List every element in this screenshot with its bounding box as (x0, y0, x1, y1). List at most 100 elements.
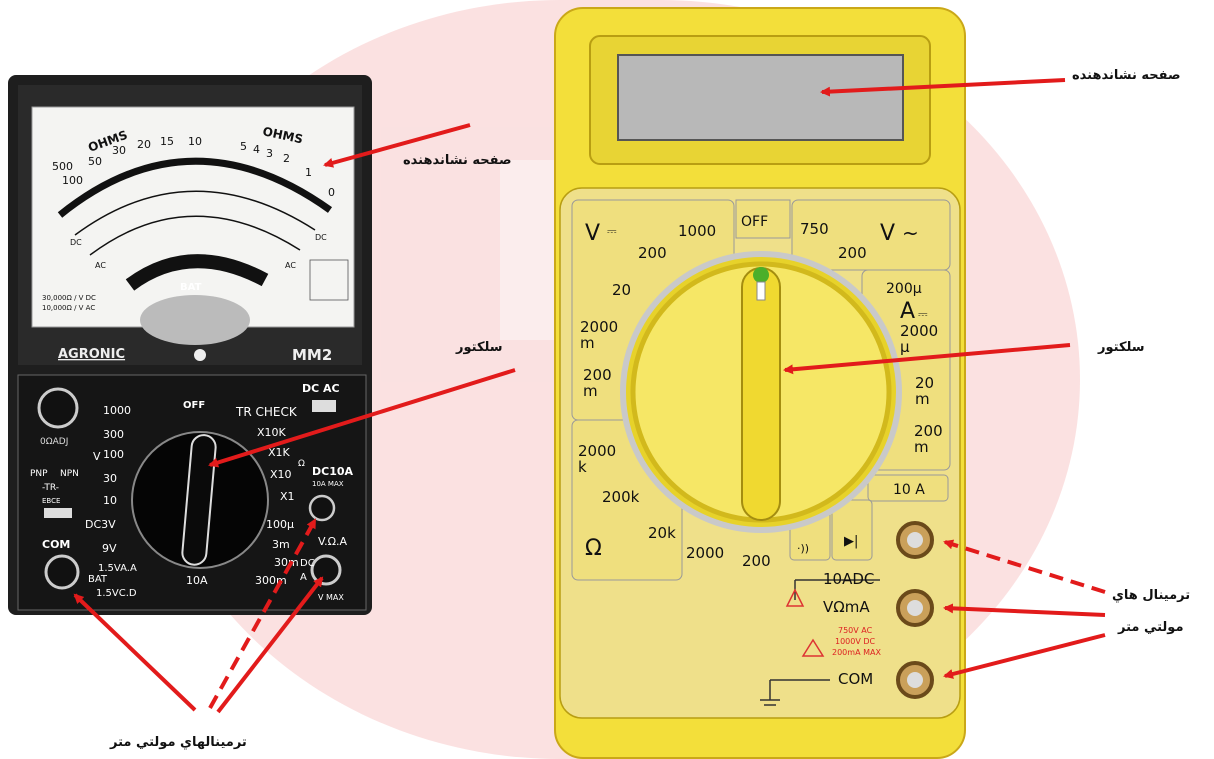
ohm-scale-number-8: 4 (253, 143, 260, 156)
vdc-symbol: ⎓ (607, 224, 617, 238)
analog-current-range-3: 300m (255, 574, 287, 587)
max10a-label: 10A MAX (312, 480, 344, 488)
ohm-scale-number-12: 0 (328, 186, 335, 199)
sensitivity-ac: 10,000Ω / V AC (42, 304, 95, 312)
digital-lcd-display (617, 54, 904, 141)
bat-label: BAT (88, 574, 108, 585)
dc3v-label: DC3V (85, 518, 116, 531)
adc-symbol: ⎓ (918, 307, 928, 321)
digital-omega-label: Ω (585, 536, 602, 561)
model-label: MM2 (292, 346, 332, 364)
scale-ac-left: AC (95, 261, 106, 270)
ohm-scale-number-5: 15 (160, 135, 174, 148)
beep-symbol: ·)) (797, 542, 809, 555)
adc-top-label: 200μ (886, 281, 922, 297)
digital-vdc-range-1: 200 (638, 244, 667, 262)
label-terminals-right-1: ترمينال هاي (1112, 588, 1191, 603)
analog-voa-terminal[interactable] (310, 554, 342, 586)
ohm-scale-number-2: 50 (88, 155, 102, 168)
analog-ohm-range-2: X10 (270, 468, 292, 481)
ohm-scale-number-4: 20 (137, 138, 151, 151)
analog-10a-range: 10A (186, 574, 208, 587)
digital-ohm-range-4: 200 (742, 552, 771, 570)
analog-off-label: OFF (183, 400, 205, 411)
bat-1-5va-label: 1.5VA.A (98, 563, 137, 574)
adc-label: A (900, 299, 915, 324)
digital-ohm-range-1: 200k (602, 488, 640, 506)
brand-label: AGRONIC (58, 347, 125, 362)
a-small-label: A (300, 572, 307, 583)
bat-1-5vc-label: 1.5VC.D (96, 588, 137, 599)
scale-dc-left: DC (70, 238, 82, 247)
dc-ac-label: DC AC (302, 382, 340, 395)
terminal-10adc-label: 10ADC (823, 570, 874, 588)
analog-multimeter: OHMS OHMS 5001005030 20 15 10 5 4 3 210 DC AC D… (8, 75, 372, 615)
analog-current-range-2: 30m (274, 556, 299, 569)
tr-check-label: TR CHECK (235, 405, 298, 419)
analog-current-range-1: 3m (272, 538, 290, 551)
sensitivity-dc: 30,000Ω / V DC (42, 294, 96, 302)
ohm-scale-number-3: 30 (112, 144, 126, 157)
digital-vac-range-0: 750 (800, 220, 829, 238)
digital-multimeter: OFF V ⎓ V ~ 1000200202000 m200 m 750200 20… (554, 7, 966, 759)
multimeter-diagram: OHMS OHMS 5001005030 20 15 10 5 4 3 210 DC AC D… (8, 0, 1106, 759)
label-selector-right: سلكتور (1098, 340, 1145, 355)
vac-label: V (880, 221, 895, 246)
analog-volt-range-2: 100 (103, 448, 124, 461)
digital-vac-range-1: 200 (838, 244, 867, 262)
analog-10a-terminal[interactable] (308, 494, 336, 522)
label-terminals-right-2: مولتي متر (1118, 620, 1184, 635)
ohm-scale-number-1: 100 (62, 174, 83, 187)
zero-adjust-knob[interactable] (37, 387, 79, 429)
ohm-scale-number-9: 3 (266, 147, 273, 160)
analog-ohm-range-0: X10K (257, 426, 287, 439)
digital-vdc-range-2: 20 (612, 281, 631, 299)
warning-1000vdc: 1000V DC (835, 637, 876, 646)
digital-ohm-range-2: 20k (648, 524, 676, 542)
analog-com-terminal[interactable] (44, 554, 80, 590)
com-label: COM (42, 538, 70, 551)
npn-label: NPN (60, 469, 79, 479)
bat-scale-label: BAT (180, 282, 202, 293)
ohm-scale-number-11: 1 (305, 166, 312, 179)
label-selector-left: سلكتور (456, 340, 503, 355)
warning-200ma: 200mA MAX (832, 648, 881, 657)
vac-symbol: ~ (902, 221, 919, 245)
dc-small-label: DC (300, 558, 315, 569)
ohm-scale-number-6: 10 (188, 135, 202, 148)
analog-volt-range-4: 10 (103, 494, 117, 507)
ohm-scale-number-0: 500 (52, 160, 73, 173)
9v-label: 9V (102, 542, 117, 555)
arrow-terminal-right-com (943, 633, 1106, 679)
scale-dc-right: DC (315, 233, 327, 242)
pnp-label: PNP (30, 469, 48, 479)
label-display-right: صفحه نشاندهنده (1072, 68, 1181, 83)
terminal-vma-label: VΩmA (823, 598, 870, 616)
ebce-label: EBCE (42, 497, 60, 505)
zero-adjust-label: 0ΩADJ (40, 437, 68, 447)
terminal-com-label: COM (838, 670, 873, 688)
omega-label: Ω (298, 459, 305, 469)
diode-symbol: ▶| (844, 534, 858, 549)
scale-ac-right: AC (285, 261, 296, 270)
analog-ohm-range-3: X1 (280, 490, 295, 503)
analog-volt-range-0: 1000 (103, 404, 131, 417)
analog-volt-range-1: 300 (103, 428, 124, 441)
vdc-label: V (585, 221, 600, 246)
warning-750vac: 750V AC (838, 626, 873, 635)
analog-volt-range-3: 30 (103, 472, 117, 485)
digital-vdc-range-0: 1000 (678, 222, 716, 240)
voa-label: V.Ω.A (318, 535, 348, 548)
analog-current-range-0: 100μ (266, 518, 294, 531)
digital-ohm-range-3: 2000 (686, 544, 724, 562)
digital-10a-label: 10 A (893, 482, 925, 498)
ohm-scale-number-10: 2 (283, 152, 290, 165)
label-terminals-left: ترمينالهاي مولتي متر (110, 735, 247, 750)
dc10a-label: DC10A (312, 465, 354, 478)
transistor-socket[interactable] (44, 508, 72, 518)
ohm-scale-number-7: 5 (240, 140, 247, 153)
volt-label: V (93, 450, 101, 463)
digital-off-label: OFF (741, 214, 768, 230)
tr-label: -TR- (42, 483, 59, 493)
label-display-left: صفحه نشاندهنده (403, 153, 512, 168)
